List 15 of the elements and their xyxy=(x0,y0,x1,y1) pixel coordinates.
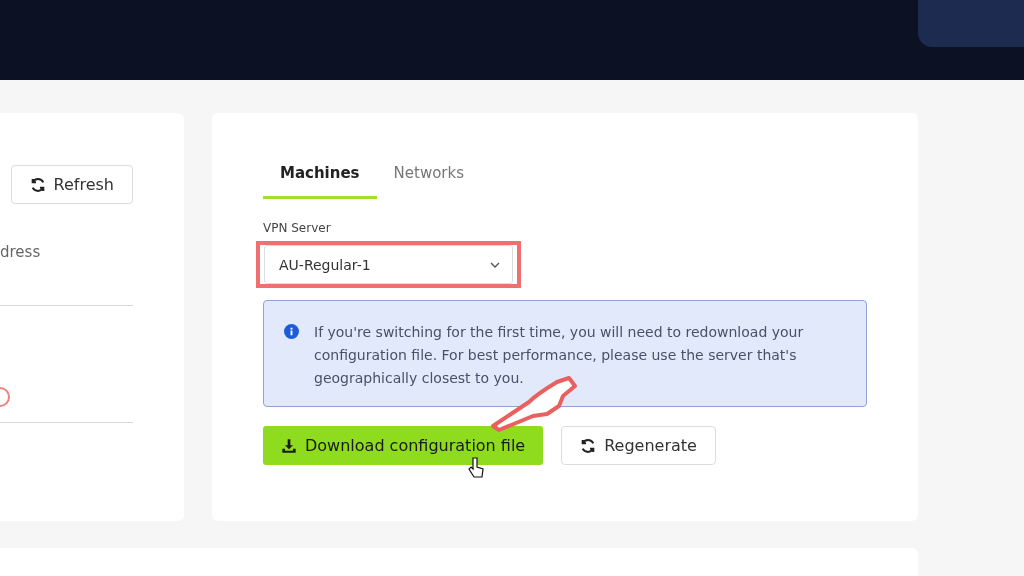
notice-text: If you're switching for the first time, you will need to redownload your configuration file. For best performance, please use the server that's geographically closest to you. xyxy=(314,323,805,388)
field-label: VPN Server xyxy=(263,221,332,235)
chevron-down-icon xyxy=(490,261,500,268)
hand-cursor-icon xyxy=(468,456,484,478)
field-label: dress xyxy=(0,243,41,261)
tab[interactable]: Networks xyxy=(376,158,481,199)
refresh-icon xyxy=(29,176,46,193)
server-select[interactable]: AU-Regular-1 xyxy=(264,245,513,284)
info-icon xyxy=(284,324,299,339)
download-button[interactable]: Download configuration file xyxy=(263,426,544,465)
tab[interactable]: Machines xyxy=(263,158,377,199)
download-icon xyxy=(281,437,297,454)
refresh-icon xyxy=(580,437,597,454)
refresh-button[interactable]: Refresh xyxy=(10,165,133,204)
regenerate-button[interactable]: Regenerate xyxy=(561,426,716,465)
